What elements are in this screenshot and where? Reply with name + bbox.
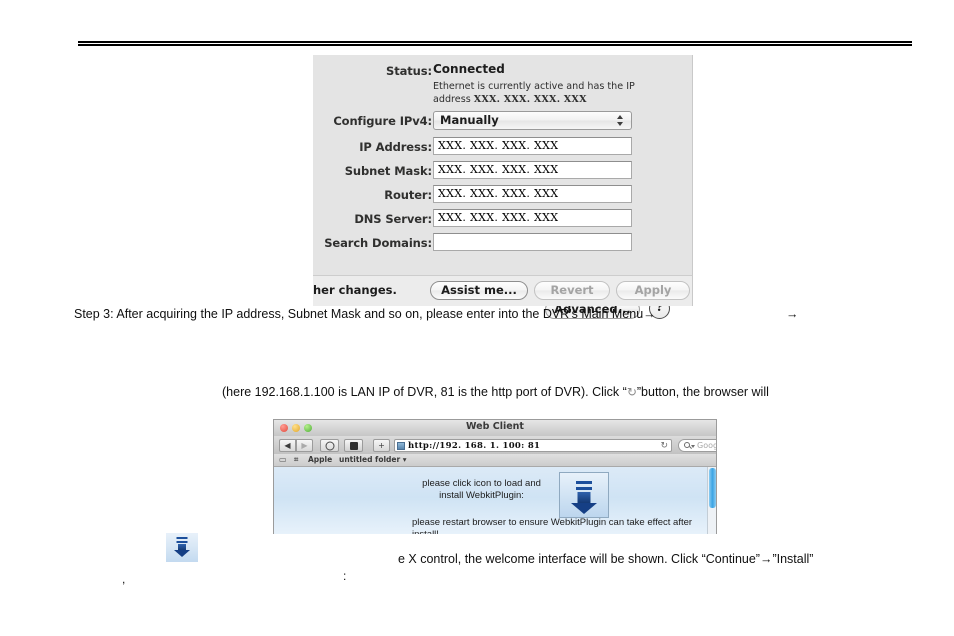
- ip-address-label: IP Address:: [359, 140, 432, 154]
- browser-toolbar: ◀ ▶ + http://192. 168. 1. 100: 81 ↻ Goog…: [274, 436, 716, 455]
- status-value: Connected: [433, 62, 505, 76]
- web-page-content: please click icon to load and install We…: [274, 467, 716, 534]
- here-note-before: (here 192.168.1.100 is LAN IP of DVR, 81…: [222, 385, 627, 399]
- safari-browser-window: Web Client ◀ ▶ + http://192. 168. 1. 100…: [273, 419, 717, 534]
- status-label: Status:: [386, 64, 432, 78]
- plugin-restart-message: please restart browser to ensure WebkitP…: [412, 517, 693, 534]
- configure-ipv4-label: Configure IPv4:: [333, 114, 432, 128]
- history-button[interactable]: [320, 439, 339, 452]
- search-placeholder-text: Google: [697, 441, 716, 450]
- status-description: Ethernet is currently active and has the…: [433, 81, 648, 106]
- revert-button: Revert: [534, 281, 610, 300]
- header-divider: [78, 41, 912, 46]
- footer-lock-note: her changes.: [313, 283, 397, 297]
- reader-icon[interactable]: ▭: [279, 455, 287, 465]
- configure-ipv4-value: Manually: [440, 113, 499, 127]
- small-download-icon-bar-bottom: [176, 541, 188, 543]
- header-divider-line-top: [78, 41, 912, 43]
- page-scrollbar[interactable]: [707, 467, 716, 534]
- step-3-trailing-arrow: →: [786, 307, 799, 321]
- stray-colon-text: :: [343, 569, 347, 583]
- address-bar-url: http://192. 168. 1. 100: 81: [408, 441, 541, 451]
- header-divider-line-bottom: [78, 44, 912, 46]
- bookmarks-bar: ▭ ⌗ Apple untitled folder ▾: [274, 454, 716, 467]
- clock-icon: [325, 441, 334, 450]
- router-input[interactable]: XXX. XXX. XXX. XXX: [433, 185, 632, 203]
- browser-titlebar: Web Client: [274, 420, 716, 437]
- step-3-text: Step 3: After acquiring the IP address, …: [74, 307, 656, 321]
- chevron-down-icon: [691, 445, 695, 448]
- plugin-install-message: please click icon to load and install We…: [422, 478, 541, 501]
- search-domains-input[interactable]: [433, 233, 632, 251]
- apply-button: Apply: [616, 281, 690, 300]
- browser-window-title: Web Client: [466, 421, 524, 432]
- ip-address-input[interactable]: XXX. XXX. XXX. XXX: [433, 137, 632, 155]
- assist-me-button[interactable]: Assist me...: [430, 281, 528, 300]
- search-icon: [684, 442, 690, 448]
- download-icon-head: [571, 503, 597, 514]
- reload-button-icon[interactable]: ↻: [660, 440, 668, 452]
- add-bookmark-button[interactable]: +: [373, 439, 390, 452]
- forward-button: ▶: [296, 439, 313, 452]
- page-scrollbar-thumb[interactable]: [709, 468, 716, 508]
- here-note-after: ”button, the browser will: [636, 385, 769, 399]
- bookmark-apple[interactable]: Apple: [308, 455, 332, 465]
- dns-server-label: DNS Server:: [354, 212, 432, 226]
- download-icon-bar-top: [576, 481, 592, 484]
- here-ip-note-text: (here 192.168.1.100 is LAN IP of DVR, 81…: [222, 383, 910, 401]
- book-icon: [349, 441, 358, 450]
- download-plugin-icon[interactable]: [166, 533, 198, 562]
- top-sites-icon[interactable]: ⌗: [294, 455, 298, 465]
- status-description-ip: XXX. XXX. XXX. XXX: [473, 93, 587, 105]
- configure-ipv4-select[interactable]: Manually: [433, 111, 632, 130]
- page-favicon-icon: [397, 442, 405, 450]
- download-icon-bar-bottom: [576, 487, 592, 490]
- activex-install-text: e X control, the welcome interface will …: [398, 552, 814, 566]
- network-pane-footer: her changes. Assist me... Revert Apply: [313, 275, 693, 306]
- stray-comma-text: ,: [122, 572, 126, 586]
- row-status: Status: Connected: [313, 61, 692, 81]
- dns-server-input[interactable]: XXX. XXX. XXX. XXX: [433, 209, 632, 227]
- search-domains-label: Search Domains:: [324, 236, 432, 250]
- reload-icon: ↻: [626, 385, 637, 399]
- subnet-mask-input[interactable]: XXX. XXX. XXX. XXX: [433, 161, 632, 179]
- router-label: Router:: [384, 188, 432, 202]
- search-input[interactable]: Google: [678, 439, 716, 452]
- bookmarks-button[interactable]: [344, 439, 363, 452]
- chevron-updown-icon: [614, 112, 627, 129]
- subnet-mask-label: Subnet Mask:: [344, 164, 432, 178]
- address-bar[interactable]: http://192. 168. 1. 100: 81 ↻: [394, 439, 672, 452]
- small-download-icon-bar-top: [176, 537, 188, 539]
- bookmark-untitled-folder[interactable]: untitled folder ▾: [339, 455, 407, 465]
- small-download-icon-head: [174, 550, 190, 557]
- webkit-plugin-download-icon[interactable]: [559, 472, 609, 518]
- back-button[interactable]: ◀: [279, 439, 296, 452]
- network-settings-pane: Status: Connected Ethernet is currently …: [313, 55, 693, 319]
